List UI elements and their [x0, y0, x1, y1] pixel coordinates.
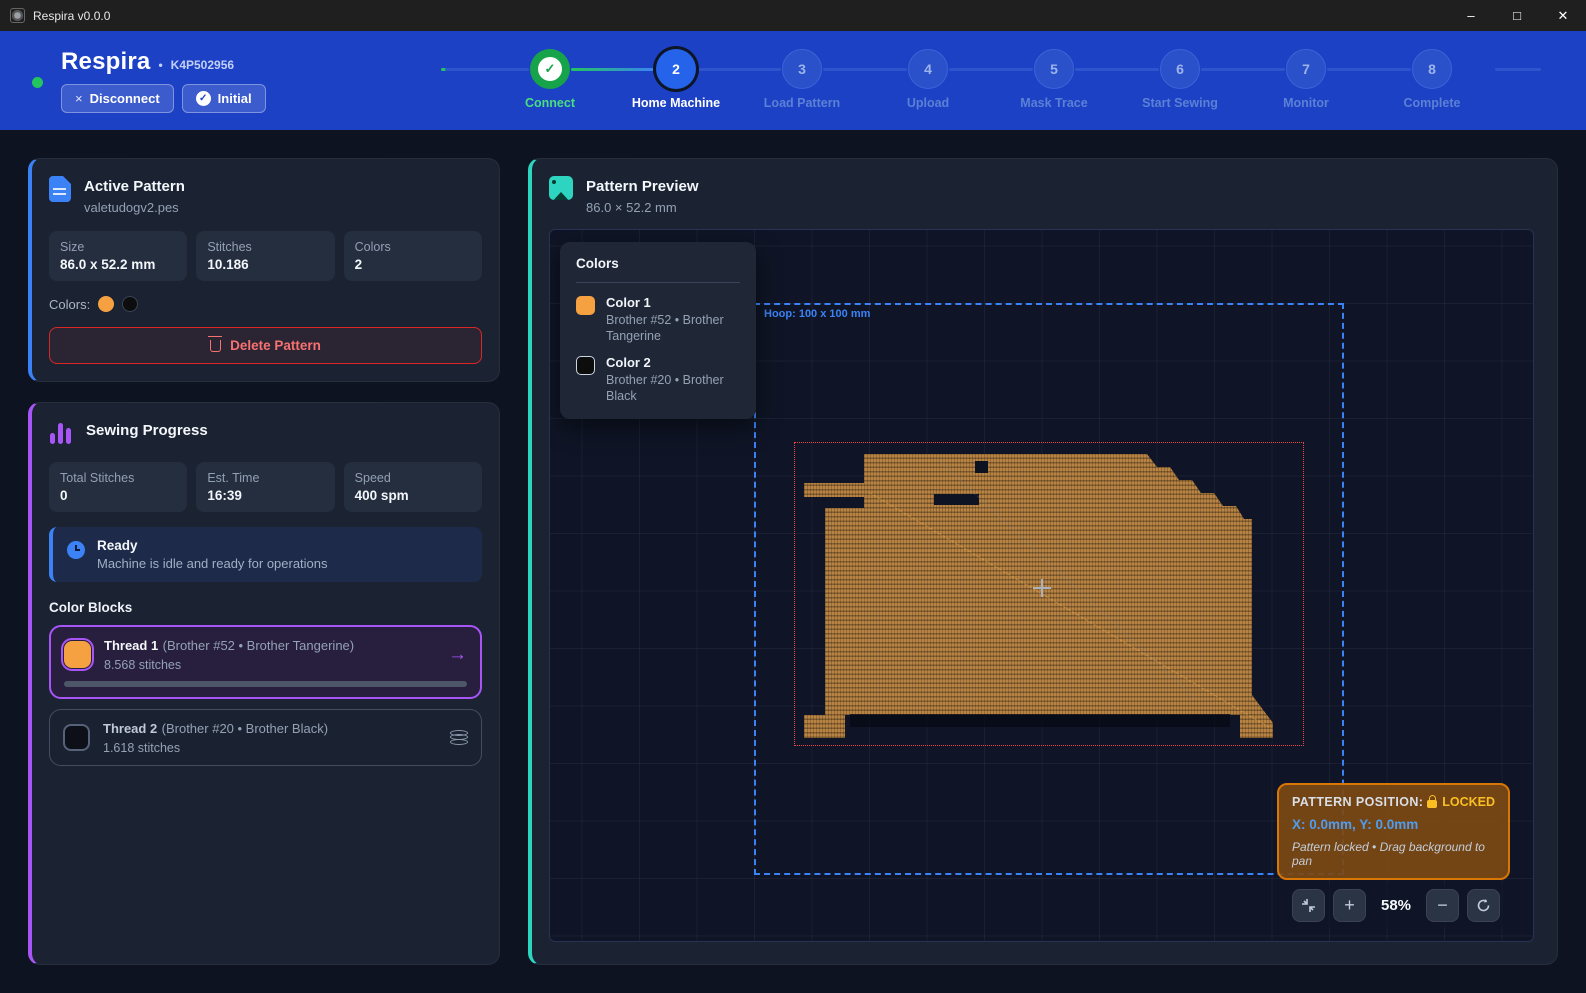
pattern-preview-card: Pattern Preview 86.0 × 52.2 mm Hoop: 100… [528, 158, 1558, 965]
sewing-progress-card: Sewing Progress Total Stitches 0 Est. Ti… [28, 402, 500, 965]
step-home-machine[interactable]: 2 Home Machine [613, 49, 739, 110]
color-2-swatch [576, 356, 595, 375]
bar-chart-icon [49, 422, 73, 446]
thread-2-swatch [63, 724, 90, 751]
stat-stitches: Stitches 10.186 [196, 231, 334, 281]
step-circle: 8 [1412, 49, 1452, 89]
initial-button[interactable]: ✓ Initial [182, 84, 266, 113]
delete-pattern-button[interactable]: Delete Pattern [49, 327, 482, 364]
colors-legend-panel: Colors Color 1 Brother #52 • Brother Tan… [560, 242, 756, 419]
step-circle: 3 [782, 49, 822, 89]
thread-2-row[interactable]: Thread 2 (Brother #20 • Brother Black) 1… [49, 709, 482, 766]
clock-icon [67, 541, 85, 559]
workflow-stepper: ✓ Connect 2 Home Machine 3 Load Pattern … [441, 49, 1541, 110]
fit-to-screen-button[interactable] [1292, 889, 1325, 922]
active-pattern-card: Active Pattern valetudogv2.pes Size 86.0… [28, 158, 500, 382]
status-title: Ready [97, 538, 328, 553]
machine-serial: K4P502956 [171, 58, 234, 72]
image-icon [549, 176, 573, 200]
hoop-label: Hoop: 100 x 100 mm [764, 308, 870, 320]
pattern-dimensions: 86.0 × 52.2 mm [586, 200, 699, 215]
divider [576, 282, 740, 283]
close-button[interactable]: ✕ [1540, 0, 1586, 31]
step-circle: 7 [1286, 49, 1326, 89]
pattern-filename: valetudogv2.pes [84, 200, 185, 215]
legend-entry-color1: Color 1 Brother #52 • Brother Tangerine [576, 295, 740, 344]
thread-1-progress-bar [64, 681, 467, 687]
status-description: Machine is idle and ready for operations [97, 556, 328, 571]
x-icon: × [75, 91, 83, 106]
machine-status-banner: Ready Machine is idle and ready for oper… [49, 527, 482, 582]
step-load-pattern[interactable]: 3 Load Pattern [739, 49, 865, 110]
zoom-level: 58% [1374, 897, 1418, 914]
step-circle: 5 [1034, 49, 1074, 89]
stat-colors: Colors 2 [344, 231, 482, 281]
position-hint: Pattern locked • Drag background to pan [1292, 840, 1495, 868]
preview-canvas[interactable]: Hoop: 100 x 100 mm Colors Color 1 [549, 229, 1534, 942]
app-icon [10, 8, 25, 23]
sewing-progress-title: Sewing Progress [86, 420, 208, 446]
app-title: Respira v0.0.0 [33, 9, 110, 23]
brand-title: Respira [61, 48, 150, 76]
color-swatch-black [122, 296, 138, 312]
stat-speed: Speed 400 spm [344, 462, 482, 512]
step-circle: 2 [656, 49, 696, 89]
trash-icon [210, 340, 221, 352]
connection-status-dot [32, 77, 43, 88]
color-blocks-heading: Color Blocks [49, 600, 482, 615]
lock-icon [1427, 800, 1437, 808]
zoom-out-button[interactable]: − [1426, 889, 1459, 922]
pattern-preview-title: Pattern Preview [586, 176, 699, 195]
stat-size: Size 86.0 x 52.2 mm [49, 231, 187, 281]
step-circle: ✓ [530, 49, 570, 89]
titlebar: Respira v0.0.0 – □ ✕ [0, 0, 1586, 31]
position-title: PATTERN POSITION: [1292, 795, 1423, 809]
step-start-sewing[interactable]: 6 Start Sewing [1117, 49, 1243, 110]
check-circle-icon: ✓ [196, 91, 211, 106]
position-coords: X: 0.0mm, Y: 0.0mm [1292, 817, 1495, 832]
active-pattern-title: Active Pattern [84, 176, 185, 195]
step-complete[interactable]: 8 Complete [1369, 49, 1495, 110]
locked-badge: LOCKED [1427, 795, 1495, 809]
step-connect[interactable]: ✓ Connect [487, 49, 613, 110]
thread-1-swatch [64, 641, 91, 668]
step-circle: 6 [1160, 49, 1200, 89]
app-header: Respira • K4P502956 × Disconnect ✓ Initi… [0, 31, 1586, 130]
zoom-toolbar: + 58% − [1286, 883, 1506, 928]
disconnect-button[interactable]: × Disconnect [61, 84, 174, 113]
window-controls: – □ ✕ [1448, 0, 1586, 31]
stack-icon [450, 730, 468, 746]
colors-label: Colors: [49, 297, 90, 312]
color-1-swatch [576, 296, 595, 315]
legend-title: Colors [576, 256, 740, 271]
stat-total-stitches: Total Stitches 0 [49, 462, 187, 512]
step-mask-trace[interactable]: 5 Mask Trace [991, 49, 1117, 110]
thread-1-row[interactable]: Thread 1 (Brother #52 • Brother Tangerin… [49, 625, 482, 699]
center-crosshair-icon [1033, 579, 1051, 597]
document-icon [49, 176, 71, 202]
check-icon: ✓ [538, 57, 562, 81]
minimize-button[interactable]: – [1448, 0, 1494, 31]
legend-entry-color2: Color 2 Brother #20 • Brother Black [576, 355, 740, 404]
stat-est-time: Est. Time 16:39 [196, 462, 334, 512]
step-upload[interactable]: 4 Upload [865, 49, 991, 110]
color-swatch-orange [98, 296, 114, 312]
pattern-position-overlay: PATTERN POSITION: LOCKED X: 0.0mm, Y: 0.… [1277, 783, 1510, 880]
zoom-in-button[interactable]: + [1333, 889, 1366, 922]
separator: • [158, 58, 162, 72]
reset-view-button[interactable] [1467, 889, 1500, 922]
step-circle: 4 [908, 49, 948, 89]
stepper-tail-line [1495, 68, 1541, 71]
step-monitor[interactable]: 7 Monitor [1243, 49, 1369, 110]
maximize-button[interactable]: □ [1494, 0, 1540, 31]
arrow-right-icon: → [448, 644, 467, 666]
